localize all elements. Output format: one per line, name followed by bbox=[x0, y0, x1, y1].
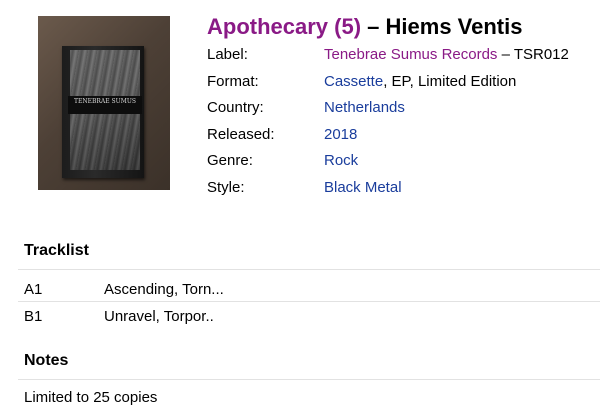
property-genre-key: Genre: bbox=[207, 152, 253, 170]
track-position: B1 bbox=[24, 308, 43, 325]
release-name: Hiems Ventis bbox=[385, 14, 523, 39]
tracklist-divider bbox=[18, 269, 600, 270]
release-title: Apothecary (5) – Hiems Ventis bbox=[207, 14, 522, 40]
style-link[interactable]: Black Metal bbox=[324, 179, 402, 196]
property-format-value: Cassette, EP, Limited Edition bbox=[324, 73, 516, 90]
track-title: Ascending, Torn... bbox=[104, 281, 224, 298]
property-released-key: Released: bbox=[207, 125, 275, 143]
property-style-key: Style: bbox=[207, 178, 245, 196]
track-divider bbox=[18, 301, 600, 302]
property-format-key: Format: bbox=[207, 72, 259, 90]
track-position: A1 bbox=[24, 281, 43, 298]
release-cover-image[interactable]: TENEBRAE SUMUS bbox=[38, 16, 170, 190]
released-link[interactable]: 2018 bbox=[324, 126, 357, 143]
track-row: B1 Unravel, Torpor.. bbox=[24, 308, 214, 325]
notes-text: Limited to 25 copies bbox=[24, 389, 158, 406]
track-row: A1 Ascending, Torn... bbox=[24, 281, 224, 298]
artist-link[interactable]: Apothecary (5) bbox=[207, 14, 361, 39]
tracklist-heading: Tracklist bbox=[24, 242, 89, 259]
format-details: , EP, Limited Edition bbox=[383, 72, 517, 90]
country-link[interactable]: Netherlands bbox=[324, 99, 405, 116]
label-link[interactable]: Tenebrae Sumus Records bbox=[324, 46, 497, 63]
notes-divider bbox=[18, 379, 600, 380]
property-label-value: Tenebrae Sumus Records – TSR012 bbox=[324, 46, 569, 63]
title-separator: – bbox=[361, 14, 386, 39]
genre-link[interactable]: Rock bbox=[324, 152, 358, 169]
cover-band-text: TENEBRAE SUMUS bbox=[68, 96, 142, 114]
cassette-case: TENEBRAE SUMUS bbox=[62, 46, 144, 178]
property-country-key: Country: bbox=[207, 99, 264, 117]
notes-heading: Notes bbox=[24, 352, 69, 369]
property-label-key: Label: bbox=[207, 46, 248, 63]
format-link[interactable]: Cassette bbox=[324, 73, 383, 90]
catalog-number: – TSR012 bbox=[497, 46, 569, 63]
track-title: Unravel, Torpor.. bbox=[104, 308, 214, 325]
